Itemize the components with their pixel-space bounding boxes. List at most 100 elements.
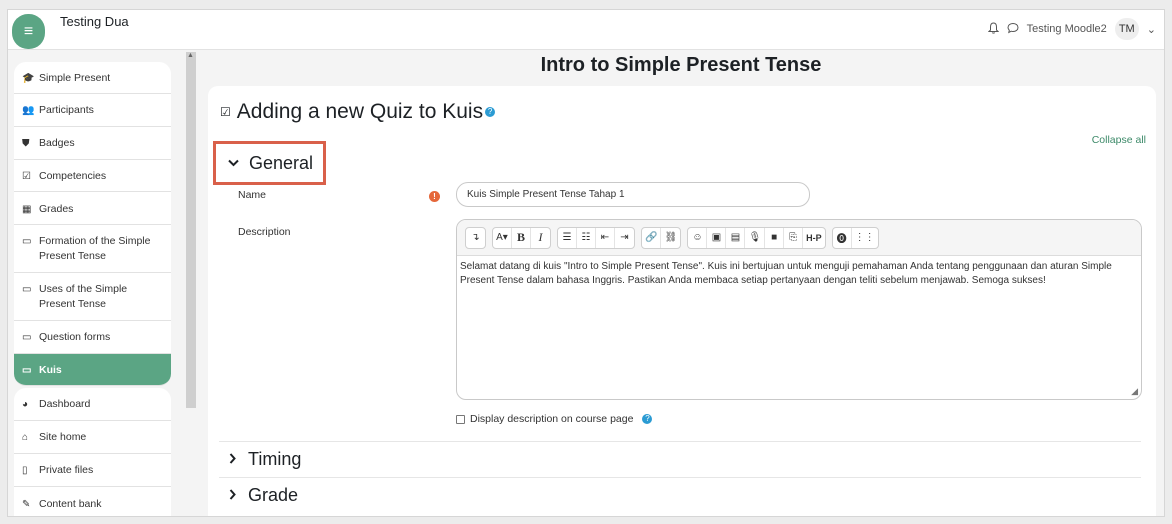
top-navbar: ≡ Testing Dua Testing Moodle2 TM ⌄ (8, 10, 1164, 50)
help-icon[interactable]: ? (485, 107, 496, 117)
collapse-all-link[interactable]: Collapse all (1092, 134, 1146, 146)
chat-icon[interactable] (1007, 22, 1019, 37)
resize-handle-icon[interactable]: ◢ (1131, 386, 1138, 397)
file-icon: ▯ (22, 465, 28, 476)
section-grade-toggle[interactable]: Grade (219, 477, 1141, 513)
page-title: Intro to Simple Present Tense (540, 54, 822, 76)
sidebar-item-label: Question forms (39, 331, 111, 343)
emoji-icon[interactable]: ☺ (688, 227, 708, 248)
bell-icon[interactable] (987, 21, 999, 37)
display-description-checkbox[interactable] (456, 414, 465, 424)
sidebar-item-grades[interactable]: ▦ Grades (14, 192, 171, 225)
editor-toolbar: ↴ A▾ B I ☰ ☷ ⇤ ⇥ 🔗 ⛓ ☺ ▣ ▤ 🎙 ■ ⎘ H-P ⓿ ⋮⋮ (457, 220, 1141, 256)
help-icon[interactable]: ? (642, 414, 653, 424)
table-icon: ▦ (22, 204, 32, 215)
sidebar-item-dashboard[interactable]: ◕ Dashboard (14, 388, 171, 421)
bold-button[interactable]: B (512, 227, 531, 248)
home-icon: ⌂ (22, 432, 29, 443)
user-menu-area: Testing Moodle2 TM ⌄ (987, 18, 1156, 40)
toolbar-group: ☰ ☷ ⇤ ⇥ (557, 226, 635, 249)
description-editor[interactable]: ↴ A▾ B I ☰ ☷ ⇤ ⇥ 🔗 ⛓ ☺ ▣ ▤ 🎙 ■ ⎘ H-P ⓿ ⋮⋮ Selamat datang d… (456, 219, 1142, 400)
unordered-list-icon[interactable]: ☰ (558, 227, 577, 248)
indent-icon[interactable]: ⇥ (615, 228, 634, 248)
sidebar-item-competencies[interactable]: ☑ Competencies (14, 160, 171, 192)
sidebar-scrollbar[interactable] (186, 52, 196, 408)
sidebar-item-participants[interactable]: 👥 Participants (14, 94, 171, 127)
users-icon: 👥 (22, 105, 35, 116)
sidebar-item-site-home[interactable]: ⌂ Site home (14, 421, 171, 454)
description-label: Description (238, 226, 291, 238)
h5p-button[interactable]: H-P (803, 228, 825, 248)
sidebar-item-label: Uses of the Simple Present Tense (39, 283, 128, 310)
sidebar-item-label: Participants (39, 104, 94, 116)
toolbar-group: A▾ B I (492, 226, 551, 249)
site-name[interactable]: Testing Dua (60, 14, 129, 29)
required-icon: ! (429, 191, 440, 202)
folder-icon: ▭ (22, 284, 32, 295)
unlink-icon[interactable]: ⛓ (661, 228, 680, 248)
folder-icon: ▭ (22, 332, 32, 343)
course-index-drawer: 🎓 Simple Present 👥 Participants ⛊ Badges… (14, 62, 171, 516)
drawer-toggle-button[interactable]: ≡ (12, 14, 45, 49)
section-grade-label: Grade (248, 485, 299, 505)
sidebar-item-label: Dashboard (39, 398, 91, 410)
paragraph-styles-button[interactable]: A▾ (493, 227, 512, 248)
sidebar-item-label: Site home (39, 431, 87, 443)
record-audio-icon[interactable]: 🎙 (745, 227, 766, 248)
media-icon[interactable]: ▤ (726, 227, 746, 248)
section-timing-label: Timing (248, 449, 302, 469)
name-label: Name (238, 189, 267, 201)
sidebar-item-badges[interactable]: ⛊ Badges (14, 127, 171, 160)
sidebar-item-simple-present[interactable]: 🎓 Simple Present (14, 62, 171, 94)
toolbar-group: 🔗 ⛓ (641, 226, 682, 249)
collapse-toolbar-icon[interactable]: ↴ (466, 228, 485, 248)
sidebar-item-label: Badges (39, 137, 75, 149)
toolbar-group: ⓿ ⋮⋮ (831, 226, 879, 249)
link-icon[interactable]: 🔗 (642, 227, 662, 248)
sidebar-item-label: Simple Present (39, 72, 111, 84)
quiz-form-card: ☑ Adding a new Quiz to Kuis ? Collapse a… (208, 86, 1156, 516)
screenreader-helper-icon[interactable]: ⋮⋮ (852, 228, 878, 248)
accessibility-checker-icon[interactable]: ⓿ (833, 227, 852, 248)
quiz-name-input[interactable]: Kuis Simple Present Tense Tahap 1 (456, 182, 810, 207)
folder-icon: ▭ (22, 236, 32, 247)
shield-icon: ⛊ (22, 138, 30, 149)
sidebar-item-kuis[interactable]: ▭ Kuis (14, 354, 171, 386)
scroll-up-icon[interactable]: ▲ (187, 52, 194, 59)
ordered-list-icon[interactable]: ☷ (577, 227, 596, 248)
form-heading: ☑ Adding a new Quiz to Kuis ? (220, 100, 496, 124)
image-icon[interactable]: ▣ (707, 227, 727, 248)
description-textarea[interactable]: Selamat datang di kuis "Intro to Simple … (460, 260, 1138, 288)
avatar[interactable]: TM (1114, 18, 1139, 40)
sidebar-item-question-forms[interactable]: ▭ Question forms (14, 321, 171, 354)
sidebar-item-content-bank[interactable]: ✎ Content bank (14, 487, 171, 516)
check-square-icon: ☑ (220, 105, 231, 119)
sidebar-item-label: Formation of the Simple Present Tense (39, 235, 151, 262)
form-heading-text: Adding a new Quiz to Kuis (236, 100, 484, 123)
display-description-label: Display description on course page (470, 413, 634, 425)
section-general-label: General (249, 152, 314, 173)
sidebar-item-label: Grades (39, 203, 74, 215)
record-video-icon[interactable]: ■ (765, 227, 785, 248)
sidebar-item-private-files[interactable]: ▯ Private files (14, 454, 171, 487)
folder-icon: ▭ (22, 365, 32, 376)
display-description-option: Display description on course page ? (456, 413, 653, 425)
chevron-right-icon (229, 452, 236, 467)
section-general-toggle[interactable]: General (213, 141, 326, 185)
chevron-down-icon (228, 156, 239, 170)
sidebar-item-uses[interactable]: ▭ Uses of the Simple Present Tense (14, 273, 171, 321)
browser-frame: ≡ Testing Dua Testing Moodle2 TM ⌄ 🎓 Sim… (7, 9, 1165, 517)
italic-button[interactable]: I (531, 228, 550, 248)
graduation-cap-icon: 🎓 (22, 73, 35, 84)
sidebar-item-formation[interactable]: ▭ Formation of the Simple Present Tense (14, 225, 171, 273)
sidebar-item-label: Private files (39, 464, 94, 476)
user-full-name[interactable]: Testing Moodle2 (1027, 23, 1107, 35)
chevron-right-icon (229, 488, 236, 503)
outdent-icon[interactable]: ⇤ (596, 227, 615, 248)
chevron-down-icon[interactable]: ⌄ (1147, 23, 1156, 36)
toolbar-group: ☺ ▣ ▤ 🎙 ■ ⎘ H-P (687, 226, 826, 249)
dashboard-icon: ◕ (22, 399, 29, 410)
manage-files-icon[interactable]: ⎘ (784, 227, 804, 248)
sidebar-item-label: Content bank (39, 498, 102, 510)
section-timing-toggle[interactable]: Timing (219, 441, 1141, 477)
